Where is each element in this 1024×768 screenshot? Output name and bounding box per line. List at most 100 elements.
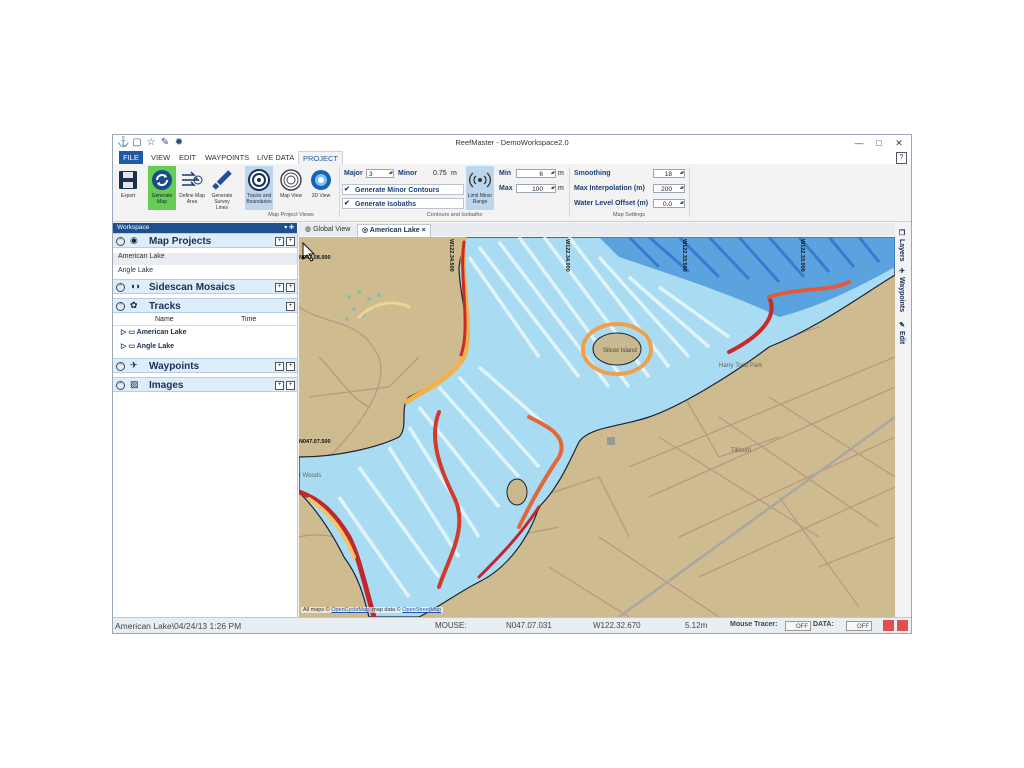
folder-icon: ▭ xyxy=(128,343,135,350)
pin-icon: ✈ xyxy=(898,267,905,275)
collapse-icon[interactable]: ⌃ xyxy=(116,362,125,371)
min-stepper[interactable]: 6 xyxy=(516,169,556,178)
generate-minor-contours-checkbox[interactable]: Generate Minor Contours xyxy=(342,184,464,195)
pin-icon[interactable]: ▾ ✚ xyxy=(284,223,294,233)
expand-all-icon[interactable]: + xyxy=(275,362,284,371)
map-canvas[interactable]: N047.08.000 N047.07.500 W122.34.500 W122… xyxy=(299,237,895,617)
attribution-text: All maps © xyxy=(303,607,330,613)
globe-icon xyxy=(311,170,331,190)
map-view-button[interactable]: Map View xyxy=(277,166,305,210)
image-icon: ▨ xyxy=(130,379,139,389)
add-icon[interactable]: + xyxy=(286,302,295,311)
min-label: Min xyxy=(499,170,512,177)
collapse-icon[interactable]: ⌃ xyxy=(116,302,125,311)
tab-live-data[interactable]: LIVE DATA xyxy=(253,151,298,164)
maximize-icon[interactable]: □ xyxy=(869,135,889,151)
generate-survey-lines-button[interactable]: Generate Survey Lines xyxy=(208,166,236,211)
add-icon[interactable]: + xyxy=(286,381,295,390)
3d-view-button[interactable]: 3D View xyxy=(307,166,335,210)
place-label-tillicum: Tillicum xyxy=(731,448,751,454)
generate-map-label: Generate Map xyxy=(151,193,173,205)
generate-map-button[interactable]: Generate Map xyxy=(148,166,176,210)
expand-all-icon[interactable]: + xyxy=(275,237,284,246)
minor-value[interactable]: 0.75 xyxy=(433,170,447,177)
document-tab-bar: ◍ Global View ◎ American Lake × xyxy=(299,223,895,237)
export-label: Export xyxy=(120,193,136,199)
major-select[interactable]: 3 xyxy=(366,169,394,178)
section-sidescan-mosaics[interactable]: ⌃ ◖◗ Sidescan Mosaics + + xyxy=(113,279,297,294)
workspace-panel: ⌃ ◉ Map Projects + + American Lake Angle… xyxy=(113,233,298,617)
add-icon[interactable]: + xyxy=(286,362,295,371)
collapse-icon[interactable]: ⌃ xyxy=(116,283,125,292)
group-label-map-project-views: Map Project Views xyxy=(268,212,314,218)
section-waypoints[interactable]: ⌃ ✈ Waypoints + + xyxy=(113,358,297,373)
section-images[interactable]: ⌃ ▨ Images + + xyxy=(113,377,297,392)
add-icon[interactable]: + xyxy=(286,237,295,246)
map-projects-icon: ◉ xyxy=(130,235,138,245)
app-window: ⚓ ▢ ☆ ✎ ✹ ReefMaster - DemoWorkspace2.0 … xyxy=(112,134,912,634)
tab-waypoints[interactable]: WAYPOINTS xyxy=(201,151,253,164)
tab-edit-side[interactable]: ✎ Edit xyxy=(897,321,905,344)
tab-label: Waypoints xyxy=(898,276,905,313)
section-title: Images xyxy=(149,380,184,391)
window-controls: — □ ✕ xyxy=(849,135,909,151)
tab-layers[interactable]: ❐ Layers xyxy=(897,229,905,262)
tab-file[interactable]: FILE xyxy=(119,151,143,164)
survey-lines-icon xyxy=(212,170,232,190)
ribbon-separator xyxy=(569,167,570,217)
table-row[interactable]: ▷ ▭ Angle Lake xyxy=(121,342,174,350)
list-item-angle-lake[interactable]: Angle Lake xyxy=(118,267,153,274)
tab-edit[interactable]: EDIT xyxy=(175,151,200,164)
table-row[interactable]: ▷ ▭ American Lake xyxy=(121,328,186,336)
expand-all-icon[interactable]: + xyxy=(275,283,284,292)
arrows-icon xyxy=(182,171,203,186)
opencyclemap-link[interactable]: OpenCycleMap xyxy=(331,607,369,613)
list-item-american-lake[interactable]: American Lake xyxy=(113,253,297,265)
tracks-and-boundaries-button[interactable]: Tracks and Boundaries xyxy=(245,166,273,210)
define-map-area-button[interactable]: Define Map Area xyxy=(178,166,206,210)
limit-minor-range-button[interactable]: Limit Minor Range xyxy=(466,166,494,210)
map-svg[interactable]: N047.08.000 N047.07.500 W122.34.500 W122… xyxy=(299,237,895,617)
sidescan-icon: ◖◗ xyxy=(130,281,141,291)
generate-isobaths-checkbox[interactable]: Generate Isobaths xyxy=(342,198,464,209)
record-button[interactable] xyxy=(883,620,894,631)
tab-waypoints-side[interactable]: ✈ Waypoints xyxy=(897,267,905,312)
3d-view-label: 3D View xyxy=(311,193,331,199)
mouse-tracer-toggle[interactable]: OFF xyxy=(785,621,811,631)
collapse-icon[interactable]: ⌃ xyxy=(116,381,125,390)
column-time[interactable]: Time xyxy=(241,316,256,323)
tab-project[interactable]: PROJECT xyxy=(298,151,344,164)
section-tracks[interactable]: ⌃ ✿ Tracks + xyxy=(113,298,297,313)
map-attribution: All maps © OpenCycleMap, map data © Open… xyxy=(301,607,444,613)
expand-all-icon[interactable]: + xyxy=(275,381,284,390)
collapse-icon[interactable]: ⌃ xyxy=(116,237,125,246)
data-toggle[interactable]: OFF xyxy=(846,621,872,631)
tab-american-lake[interactable]: ◎ American Lake × xyxy=(357,224,431,237)
close-icon[interactable]: ✕ xyxy=(889,135,909,151)
export-button[interactable]: Export xyxy=(114,166,142,210)
track-name: American Lake xyxy=(136,329,187,336)
water-level-offset-stepper[interactable]: 0.0 xyxy=(653,199,685,208)
pencil-icon: ✎ xyxy=(898,321,905,329)
expand-arrow-icon[interactable]: ▷ xyxy=(121,343,126,350)
column-name[interactable]: Name xyxy=(155,316,174,323)
lat-label: N047.07.500 xyxy=(299,439,331,445)
help-button[interactable]: ? xyxy=(896,152,907,164)
section-map-projects[interactable]: ⌃ ◉ Map Projects + + xyxy=(113,233,297,248)
close-icon[interactable]: × xyxy=(422,227,426,234)
tab-global-view[interactable]: ◍ Global View xyxy=(301,224,354,236)
tab-view[interactable]: VIEW xyxy=(147,151,174,164)
status-depth: 5.12m xyxy=(685,621,708,630)
expand-arrow-icon[interactable]: ▷ xyxy=(121,329,126,336)
smoothing-stepper[interactable]: 18 xyxy=(653,169,685,178)
max-interpolation-stepper[interactable]: 200 xyxy=(653,184,685,193)
minimize-icon[interactable]: — xyxy=(849,135,869,151)
status-bar: American Lake\04/24/13 1:26 PM MOUSE: N0… xyxy=(113,617,911,633)
max-stepper[interactable]: 100 xyxy=(516,184,556,193)
add-icon[interactable]: + xyxy=(286,283,295,292)
stop-button[interactable] xyxy=(897,620,908,631)
data-label: DATA: xyxy=(813,621,834,628)
mouse-tracer-label: Mouse Tracer: xyxy=(730,621,778,628)
openstreetmap-link[interactable]: OpenStreetMap xyxy=(402,607,441,613)
section-title: Sidescan Mosaics xyxy=(149,282,236,293)
